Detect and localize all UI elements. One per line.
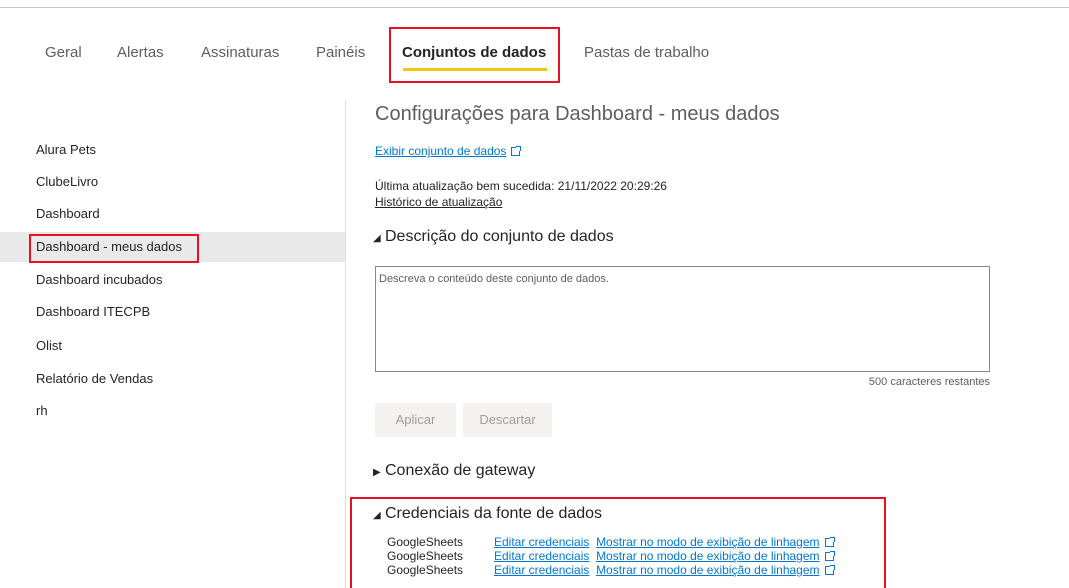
tab-geral[interactable]: Geral	[45, 44, 82, 61]
apply-button[interactable]: Aplicar	[375, 403, 456, 437]
sidebar-item-olist[interactable]: Olist	[0, 331, 345, 361]
gateway-section-header[interactable]: ▶ Conexão de gateway	[373, 462, 535, 480]
tab-alertas[interactable]: Alertas	[117, 44, 164, 61]
sidebar-item-rh[interactable]: rh	[0, 396, 345, 426]
tab-highlight-box	[389, 27, 560, 83]
refresh-history-link[interactable]: Histórico de atualização	[375, 195, 502, 209]
sidebar-divider	[345, 100, 346, 588]
sidebar-item-dashboard-itecpb[interactable]: Dashboard ITECPB	[0, 297, 345, 327]
tab-pastas-de-trabalho[interactable]: Pastas de trabalho	[584, 44, 709, 61]
last-refresh-text: Última atualização bem sucedida: 21/11/2…	[375, 179, 667, 193]
view-dataset-link[interactable]: Exibir conjunto de dados	[375, 144, 506, 158]
discard-button[interactable]: Descartar	[463, 403, 552, 437]
top-divider	[0, 7, 1069, 8]
description-textarea[interactable]	[375, 266, 990, 372]
tab-assinaturas[interactable]: Assinaturas	[201, 44, 279, 61]
page-title: Configurações para Dashboard - meus dado…	[375, 103, 780, 125]
sidebar-item-dashboard[interactable]: Dashboard	[0, 199, 345, 229]
tab-paineis[interactable]: Painéis	[316, 44, 365, 61]
description-section-header[interactable]: ◢ Descrição do conjunto de dados	[373, 228, 614, 246]
collapse-triangle-icon: ◢	[373, 233, 381, 244]
view-dataset-row: Exibir conjunto de dados	[375, 144, 522, 158]
sidebar-item-relatorio-de-vendas[interactable]: Relatório de Vendas	[0, 364, 345, 394]
sidebar-item-alura-pets[interactable]: Alura Pets	[0, 135, 345, 165]
sidebar-highlight-box	[29, 234, 199, 263]
credentials-highlight-box	[350, 497, 886, 588]
sidebar-item-clubelivro[interactable]: ClubeLivro	[0, 167, 345, 197]
description-section-label: Descrição do conjunto de dados	[385, 228, 614, 245]
external-link-icon	[511, 146, 522, 157]
gateway-section-label: Conexão de gateway	[385, 462, 536, 479]
expand-triangle-icon: ▶	[373, 467, 381, 478]
chars-remaining: 500 caracteres restantes	[868, 376, 990, 388]
sidebar-item-dashboard-incubados[interactable]: Dashboard incubados	[0, 265, 345, 295]
